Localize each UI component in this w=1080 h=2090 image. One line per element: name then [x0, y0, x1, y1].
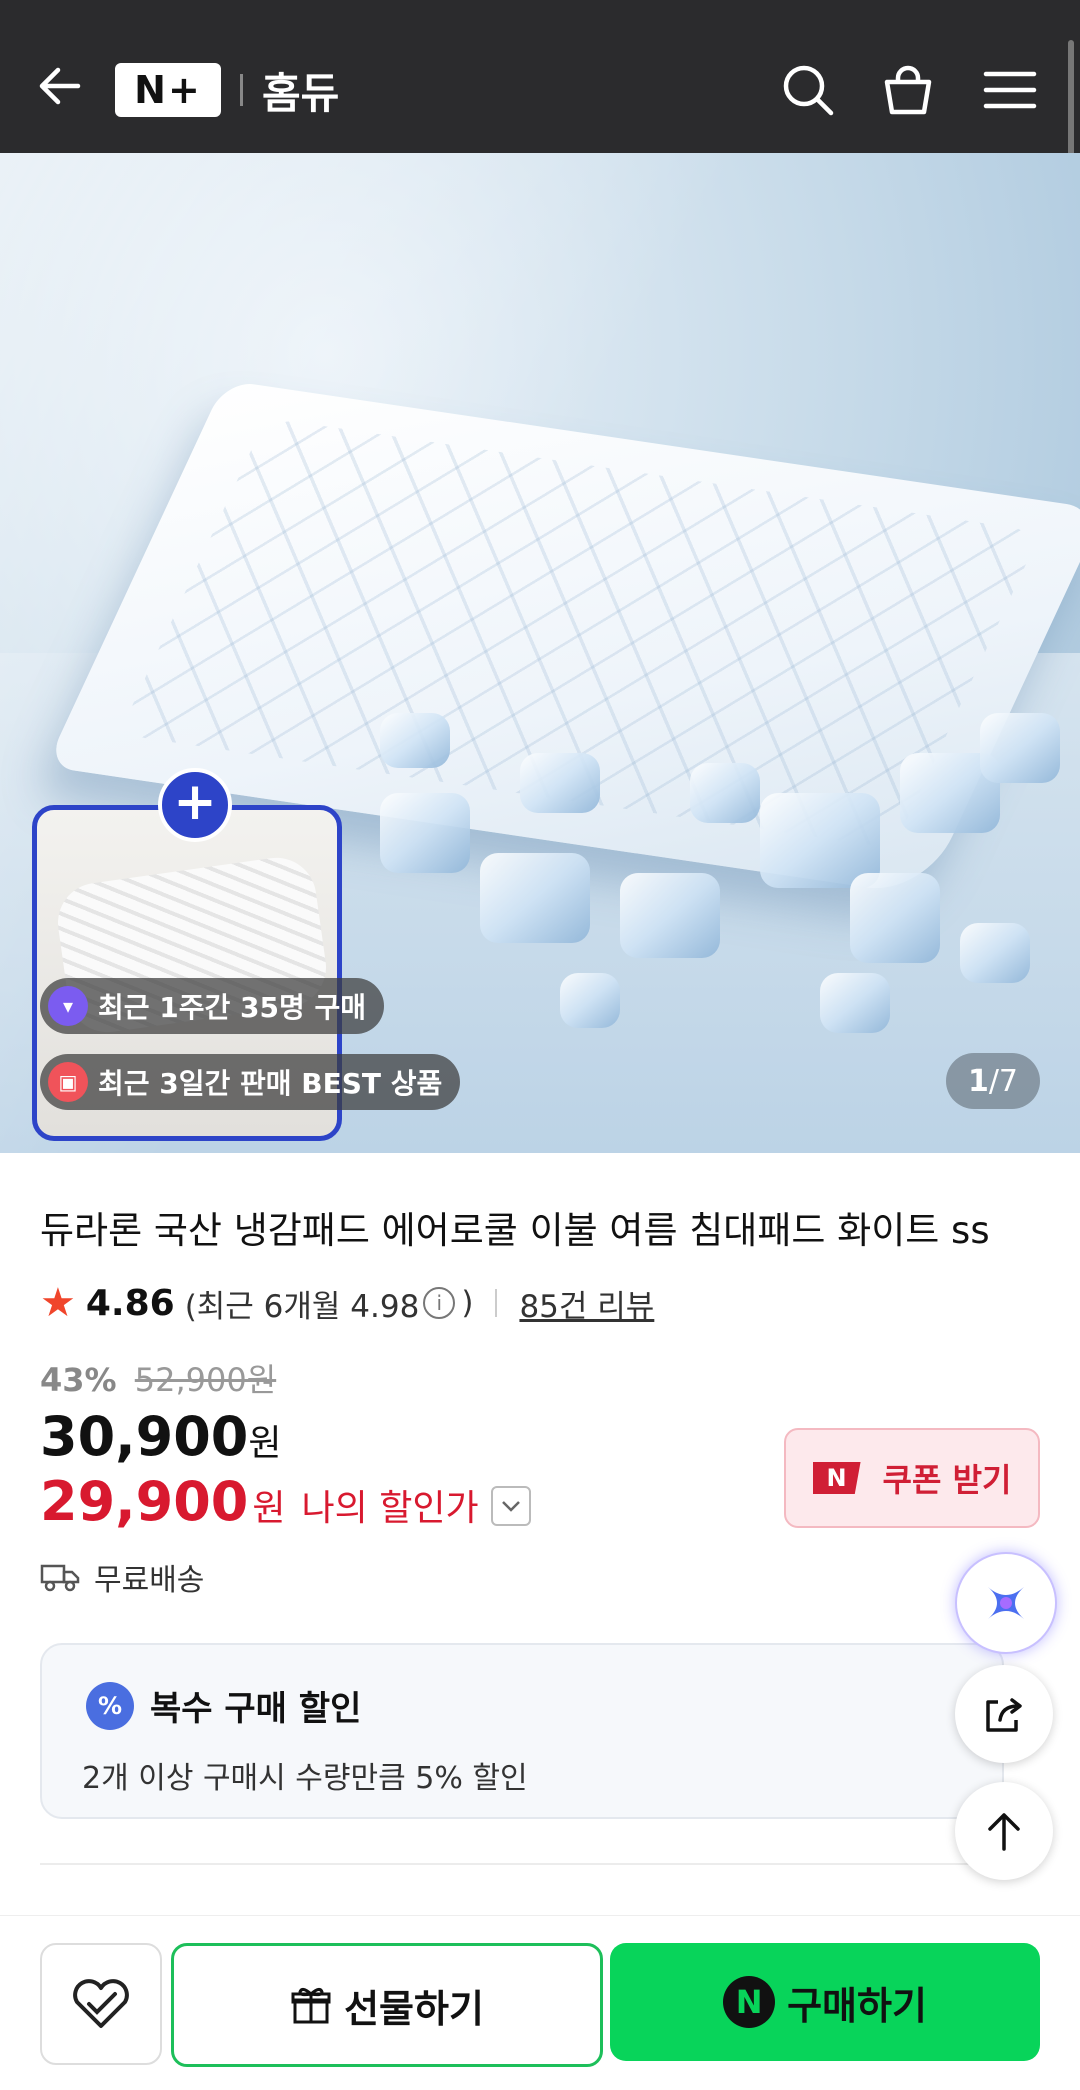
section-divider	[40, 1863, 1040, 1865]
recent-purchase-badge: ▾ 최근 1주간 35명 구매	[40, 978, 385, 1034]
chevron-down-icon[interactable]	[490, 1486, 531, 1526]
store-name[interactable]: 홈듀	[262, 60, 339, 121]
add-product-plus-icon[interactable]: +	[158, 768, 232, 842]
get-coupon-button[interactable]: N 쿠폰 받기	[784, 1428, 1040, 1528]
shipping-info: 무료배송	[40, 1555, 204, 1599]
price-row: 30,900원	[40, 1405, 282, 1468]
gift-icon	[291, 1987, 331, 2024]
discount-row: 43% 52,900원	[40, 1355, 276, 1401]
gift-button[interactable]: 선물하기	[171, 1943, 603, 2067]
original-price: 52,900원	[134, 1361, 277, 1399]
best-seller-badge: ▣ 최근 3일간 판매 BEST 상품	[40, 1054, 461, 1110]
sale-price: 30,900	[40, 1405, 249, 1468]
naver-plus-logo[interactable]: N+	[115, 63, 221, 117]
product-title: 듀라론 국산 냉감패드 에어로쿨 이불 여름 침대패드 화이트 ss	[40, 1209, 990, 1252]
ai-assistant-button[interactable]	[955, 1552, 1057, 1654]
share-icon	[986, 1698, 1022, 1732]
multi-purchase-discount-box: % 복수 구매 할인 2개 이상 구매시 수량만큼 5% 할인	[40, 1643, 1004, 1819]
rating-value: 4.86	[85, 1282, 175, 1324]
image-counter: 1/7	[946, 1053, 1040, 1109]
divider	[495, 1289, 498, 1317]
review-count-link[interactable]: 85건 리뷰	[519, 1281, 654, 1326]
gift-badge-icon: ▣	[48, 1062, 88, 1102]
my-discount-label: 나의 할인가	[301, 1488, 479, 1529]
star-icon: ★	[40, 1280, 76, 1326]
buy-button[interactable]: N 구매하기	[610, 1943, 1040, 2061]
discount-rate: 43%	[40, 1361, 117, 1399]
my-discount-price: 29,900	[40, 1470, 249, 1533]
info-icon[interactable]: i	[423, 1287, 456, 1319]
percent-badge-icon: %	[86, 1681, 134, 1730]
menu-icon[interactable]	[982, 62, 1038, 118]
rating-row: ★ 4.86 (최근 6개월 4.98 i ) 85건 리뷰	[40, 1280, 655, 1326]
naver-pay-icon: N	[723, 1976, 776, 2028]
multi-discount-desc: 2개 이상 구매시 수량만큼 5% 할인	[82, 1761, 528, 1796]
naver-n-icon: N	[812, 1462, 861, 1494]
multi-discount-title: 복수 구매 할인	[150, 1689, 362, 1729]
truck-icon	[40, 1562, 80, 1592]
ai-sparkle-icon	[988, 1587, 1024, 1619]
share-button[interactable]	[955, 1665, 1053, 1763]
scroll-top-button[interactable]	[955, 1782, 1053, 1880]
back-arrow-icon[interactable]	[36, 62, 84, 110]
recent-rating: (최근 6개월 4.98	[184, 1288, 420, 1325]
heart-check-icon	[73, 1979, 129, 2028]
search-icon[interactable]	[780, 62, 836, 118]
shopping-bag-badge-icon: ▾	[48, 986, 88, 1026]
top-header: N+ 홈듀	[0, 0, 1080, 153]
logo-divider	[240, 74, 243, 106]
arrow-up-icon	[988, 1813, 1020, 1851]
shopping-bag-icon[interactable]	[880, 62, 936, 118]
wishlist-button[interactable]	[40, 1943, 162, 2065]
my-discount-price-row[interactable]: 29,900 원 나의 할인가	[40, 1470, 531, 1533]
